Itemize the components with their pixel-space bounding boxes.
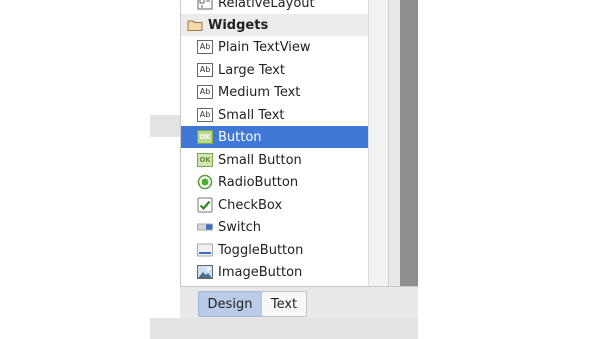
palette-item-label: RadioButton [218,174,299,190]
folder-icon [187,18,203,32]
palette-item-medium-text[interactable]: Ab Medium Text [181,81,368,103]
toggle-icon [197,243,213,257]
palette-item-label: Large Text [218,62,285,78]
palette-item-label: Button [218,129,262,145]
palette-item-label: Switch [218,219,261,235]
image-icon [197,265,213,279]
palette-item-large-text[interactable]: Ab Large Text [181,59,368,81]
palette-item-label: Medium Text [218,84,301,100]
ok-button-icon: OK [197,130,213,144]
status-bar [150,318,418,339]
palette-item-label: Small Button [218,152,302,168]
palette-item-label: CheckBox [218,197,283,213]
palette-item-label: Small Text [218,107,285,123]
palette-item-checkbox[interactable]: CheckBox [181,194,368,216]
palette-item-radiobutton[interactable]: RadioButton [181,171,368,193]
tab-design[interactable]: Design [198,291,262,317]
relative-layout-icon [197,0,213,10]
left-gray-stub [150,115,181,137]
palette-item-label: ToggleButton [218,242,304,258]
switch-icon [197,220,213,234]
editor-edge-strip [400,0,418,286]
palette-item-plain-textview[interactable]: Ab Plain TextView [181,36,368,58]
palette-item-label: ImageButton [218,264,303,280]
palette-group-widgets[interactable]: Widgets [181,14,368,36]
palette-item-relativelayout[interactable]: RelativeLayout [181,0,368,14]
ab-text-icon: Ab [197,40,213,54]
ab-text-icon: Ab [197,108,213,122]
palette-item-switch[interactable]: Switch [181,216,368,238]
palette-item-togglebutton[interactable]: ToggleButton [181,239,368,261]
ab-text-icon: Ab [197,63,213,77]
ok-button-icon: OK [197,153,213,167]
tab-text[interactable]: Text [261,291,307,317]
palette-scrollbar[interactable] [368,0,389,286]
palette-item-label: RelativeLayout [218,0,315,11]
radio-icon [197,174,213,190]
ab-text-icon: Ab [197,85,213,99]
palette-item-imagebutton[interactable]: ImageButton [181,261,368,283]
palette-item-button[interactable]: OK Button [181,126,368,148]
palette-item-small-button[interactable]: OK Small Button [181,149,368,171]
palette-item-small-text[interactable]: Ab Small Text [181,104,368,126]
palette-item-label: Plain TextView [218,39,311,55]
checkbox-icon [197,197,213,213]
palette-group-label: Widgets [208,17,269,33]
